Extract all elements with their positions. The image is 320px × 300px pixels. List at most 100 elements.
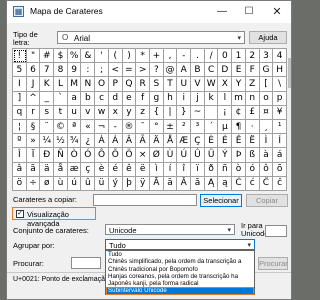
char-cell[interactable]: ¡ (218, 105, 233, 120)
search-input[interactable] (71, 257, 101, 269)
char-cell[interactable]: ÿ (136, 176, 150, 191)
char-cell[interactable]: h (163, 91, 178, 106)
char-cell[interactable]: Ð (40, 148, 55, 163)
char-cell[interactable]: ~ (191, 105, 205, 120)
font-dropdown[interactable]: O Arial ▾ (57, 31, 245, 44)
char-cell[interactable]: 4 (273, 49, 287, 64)
char-cell[interactable]: b (81, 91, 96, 106)
charset-dropdown[interactable]: Unicode ▾ (105, 224, 235, 235)
group-by-option[interactable]: Japonês kanji, pela forma radical (106, 280, 254, 287)
char-cell[interactable]: ® (122, 119, 137, 135)
char-cell[interactable]: Ô (95, 148, 109, 163)
char-cell[interactable]: × (136, 148, 150, 163)
char-cell[interactable]: Ê (232, 134, 246, 149)
char-cell[interactable]: P (108, 77, 123, 92)
char-cell[interactable]: ĉ (273, 176, 287, 191)
char-cell[interactable]: Ó (81, 148, 96, 163)
char-cell[interactable]: Ý (218, 148, 233, 163)
char-cell[interactable]: è (95, 162, 109, 177)
char-cell[interactable]: a (67, 91, 82, 106)
char-cell[interactable]: # (40, 49, 55, 64)
char-cell[interactable]: à (259, 148, 274, 163)
char-cell[interactable]: Q (122, 77, 137, 92)
maximize-button[interactable]: ☐ (236, 3, 262, 21)
char-cell[interactable]: ¼ (40, 134, 55, 149)
char-cell[interactable]: i (177, 91, 192, 106)
char-cell[interactable]: s (40, 105, 55, 120)
char-cell[interactable]: 9 (67, 63, 82, 78)
char-cell[interactable]: í (163, 162, 178, 177)
char-cell[interactable]: ¤ (259, 105, 274, 120)
char-cell[interactable]: Ą (204, 176, 219, 191)
char-cell[interactable]: q (13, 105, 27, 120)
char-cell[interactable]: { (149, 105, 164, 120)
char-cell[interactable]: ú (67, 176, 82, 191)
char-cell[interactable]: £ (245, 105, 260, 120)
char-cell[interactable]: ² (177, 119, 192, 135)
char-cell[interactable]: á (273, 148, 287, 163)
char-cell[interactable]: ò (232, 162, 246, 177)
char-cell[interactable]: Þ (232, 148, 246, 163)
char-cell[interactable]: w (95, 105, 109, 120)
char-cell[interactable]: G (259, 63, 274, 78)
char-cell[interactable]: ö (13, 176, 27, 191)
copy-button[interactable]: Copiar (246, 194, 288, 207)
char-cell[interactable]: } (177, 105, 192, 120)
char-cell[interactable]: Í (273, 134, 287, 149)
group-by-option[interactable]: Chinês tradicional por Bopomofo (106, 266, 254, 273)
char-cell[interactable]: ó (245, 162, 260, 177)
char-cell[interactable]: ) (122, 49, 137, 64)
search-button[interactable]: Procurar (258, 257, 288, 270)
char-cell[interactable]: À (95, 134, 109, 149)
char-cell[interactable]: Ë (245, 134, 260, 149)
char-cell[interactable]: B (191, 63, 205, 78)
char-cell[interactable]: ] (13, 91, 27, 106)
char-cell[interactable]: ï (191, 162, 205, 177)
minimize-button[interactable]: — (209, 3, 235, 21)
char-cell[interactable]: d (108, 91, 123, 106)
char-cell[interactable]: é (108, 162, 123, 177)
char-cell[interactable]: T (163, 77, 178, 92)
char-cell[interactable]: S (149, 77, 164, 92)
char-cell[interactable]: ^ (26, 91, 41, 106)
char-cell[interactable]: ³ (191, 119, 205, 135)
char-cell[interactable]: å (54, 162, 68, 177)
char-cell[interactable]: ? (149, 63, 164, 78)
char-cell[interactable]: Õ (108, 148, 123, 163)
char-cell[interactable]: § (26, 119, 41, 135)
char-cell[interactable]: Ć (232, 176, 246, 191)
goto-unicode-input[interactable] (265, 225, 287, 237)
char-cell[interactable]: g (149, 91, 164, 106)
char-cell[interactable]: ì (149, 162, 164, 177)
char-cell[interactable]: Å (163, 134, 178, 149)
char-cell[interactable]: k (204, 91, 219, 106)
char-cell[interactable]: ô (259, 162, 274, 177)
char-cell[interactable]: + (149, 49, 164, 64)
char-cell[interactable]: j (191, 91, 205, 106)
char-cell[interactable]: y (122, 105, 137, 120)
char-cell[interactable]: þ (122, 176, 137, 191)
char-cell[interactable]: v (81, 105, 96, 120)
char-cell[interactable]: \ (273, 77, 287, 92)
group-by-option[interactable]: Hanjas coreanos, pela ordem de transcriç… (106, 273, 254, 280)
char-cell[interactable]: ` (54, 91, 68, 106)
char-cell[interactable]: · (245, 119, 260, 135)
char-cell[interactable]: û (81, 176, 96, 191)
char-cell[interactable]: K (40, 77, 55, 92)
char-cell[interactable]: , (163, 49, 178, 64)
char-cell[interactable]: ' (95, 49, 109, 64)
grid-scrollbar[interactable] (287, 48, 291, 191)
char-cell[interactable]: 1 (232, 49, 246, 64)
char-cell[interactable]: D (218, 63, 233, 78)
char-cell[interactable]: m (232, 91, 246, 106)
char-cell[interactable]: È (204, 134, 219, 149)
char-cell[interactable]: 0 (218, 49, 233, 64)
char-cell[interactable]: Ú (177, 148, 192, 163)
char-cell[interactable]: & (81, 49, 96, 64)
char-cell[interactable]: ã (26, 162, 41, 177)
char-cell[interactable]: Ø (149, 148, 164, 163)
char-cell[interactable]: ª (67, 119, 82, 135)
char-cell[interactable]: ¦ (13, 119, 27, 135)
char-cell[interactable]: ¢ (232, 105, 246, 120)
char-cell[interactable]: Ü (204, 148, 219, 163)
